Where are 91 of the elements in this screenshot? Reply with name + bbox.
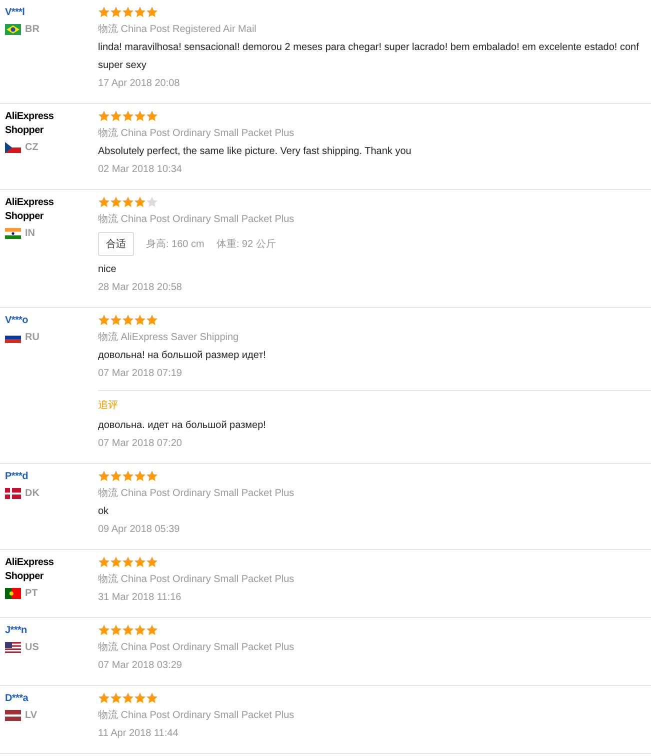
country-code: IN: [25, 228, 35, 239]
shipping-method: 物流 China Post Ordinary Small Packet Plus: [98, 708, 296, 723]
star-icon: [110, 624, 122, 636]
star-icon: [98, 196, 110, 208]
star-icon: [122, 624, 134, 636]
star-icon: [134, 692, 146, 704]
star-icon: [134, 556, 146, 568]
star-icon: [110, 6, 122, 18]
star-icon: [110, 110, 122, 122]
star-icon: [134, 314, 146, 326]
reviewer-name[interactable]: P***d: [5, 470, 65, 484]
review-text: nice: [98, 263, 118, 277]
flag-icon: [5, 588, 21, 599]
country-code: US: [25, 642, 39, 653]
flag-icon: [5, 642, 21, 653]
reviewer-name[interactable]: D***a: [5, 692, 65, 706]
star-icon: [146, 6, 158, 18]
reviewer-name: AliExpress Shopper: [5, 556, 55, 584]
flag-icon: [5, 24, 21, 35]
star-icon: [122, 196, 134, 208]
star-icon: [146, 314, 158, 326]
star-icon: [98, 6, 110, 18]
shipping-method: 物流 China Post Registered Air Mail: [98, 22, 258, 37]
star-icon: [122, 314, 134, 326]
star-icon: [134, 196, 146, 208]
star-icon: [110, 692, 122, 704]
star-icon: [134, 6, 146, 18]
weight-info: 体重: 92 公斤: [216, 238, 276, 251]
followup-label: 追评: [98, 399, 119, 413]
shipping-method: 物流 China Post Ordinary Small Packet Plus: [98, 486, 296, 501]
review-date: 02 Mar 2018 10:34: [98, 163, 183, 177]
review-date: 31 Mar 2018 11:16: [98, 591, 182, 605]
reviewer-name[interactable]: V***l: [5, 6, 65, 20]
star-icon: [122, 6, 134, 18]
reviewer-name[interactable]: V***o: [5, 314, 65, 328]
shipping-method: 物流 China Post Ordinary Small Packet Plus: [98, 572, 296, 587]
reviewer-name[interactable]: J***n: [5, 624, 65, 638]
country-code: BR: [25, 24, 40, 35]
star-icon: [134, 110, 146, 122]
star-icon: [122, 692, 134, 704]
review-date: 28 Mar 2018 20:58: [98, 281, 183, 295]
review-date: 07 Mar 2018 03:29: [98, 659, 183, 673]
shipping-method: 物流 China Post Ordinary Small Packet Plus: [98, 640, 296, 655]
review-text: super sexy: [98, 59, 148, 73]
review-date: 07 Mar 2018 07:20: [98, 437, 183, 451]
reviewer-name: AliExpress Shopper: [5, 196, 55, 224]
flag-icon: [5, 228, 21, 239]
flag-icon: [5, 710, 21, 721]
country-code: RU: [25, 332, 40, 343]
star-icon: [146, 110, 158, 122]
star-icon: [110, 314, 122, 326]
country-code: CZ: [25, 142, 38, 153]
country-code: LV: [25, 710, 38, 721]
star-icon: [146, 470, 158, 482]
star-icon: [134, 470, 146, 482]
review-date: 11 Apr 2018 11:44: [98, 727, 180, 741]
review-text: ok: [98, 505, 110, 519]
flag-icon: [5, 488, 21, 499]
flag-icon: [5, 142, 21, 153]
star-icon: [134, 624, 146, 636]
review-text: довольна! на большой размер идет!: [98, 349, 267, 363]
country-code: PT: [25, 588, 38, 599]
review-text: довольна. идет на большой размер!: [98, 419, 267, 433]
shipping-method: 物流 China Post Ordinary Small Packet Plus: [98, 212, 296, 227]
star-icon: [98, 692, 110, 704]
shipping-method: 物流 China Post Ordinary Small Packet Plus: [98, 126, 296, 141]
star-icon: [122, 110, 134, 122]
star-icon: [146, 196, 158, 208]
star-icon: [122, 470, 134, 482]
star-icon: [98, 110, 110, 122]
star-icon: [98, 314, 110, 326]
star-icon: [98, 624, 110, 636]
review-date: 07 Mar 2018 07:19: [98, 367, 183, 381]
review-date: 17 Apr 2018 20:08: [98, 77, 181, 91]
shipping-method: 物流 AliExpress Saver Shipping: [98, 330, 240, 345]
fit-tag: 合适: [98, 232, 134, 256]
star-icon: [98, 470, 110, 482]
star-icon: [146, 556, 158, 568]
star-icon: [110, 470, 122, 482]
star-icon: [98, 556, 110, 568]
review-date: 09 Apr 2018 05:39: [98, 523, 181, 537]
country-code: DK: [25, 488, 40, 499]
review-text: Absolutely perfect, the same like picture. Very fast shipping. Thank you: [98, 145, 412, 159]
star-icon: [146, 692, 158, 704]
reviewer-name: AliExpress Shopper: [5, 110, 55, 138]
review-text: linda! maravilhosa! sensacional! demorou 2 meses para chegar! super lacrado! bem embalado! em excelente estado! conf: [98, 41, 640, 55]
star-icon: [146, 624, 158, 636]
star-icon: [110, 556, 122, 568]
height-info: 身高: 160 cm: [146, 238, 204, 251]
star-icon: [122, 556, 134, 568]
star-icon: [110, 196, 122, 208]
